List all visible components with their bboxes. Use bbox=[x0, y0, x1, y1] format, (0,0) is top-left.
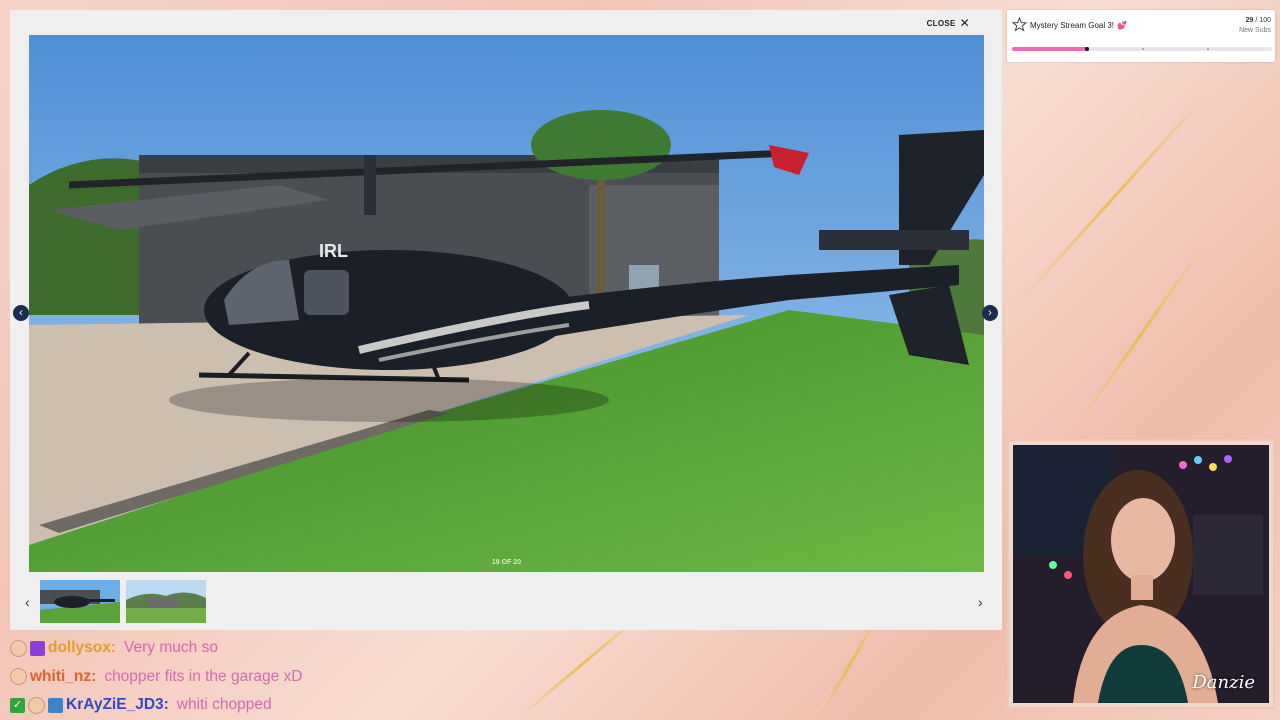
chat-message: dollysox: Very much so bbox=[10, 634, 810, 663]
streamer-webcam-image bbox=[1013, 445, 1269, 703]
goal-count: 29 / 100 New Subs bbox=[1239, 16, 1271, 36]
goal-title: Mystery Stream Goal 3! 💕 bbox=[1030, 21, 1127, 30]
marble-vein bbox=[1078, 240, 1208, 423]
star-icon bbox=[1012, 17, 1027, 32]
chat-username[interactable]: whiti_nz: bbox=[30, 668, 96, 686]
goal-progress-fill bbox=[1012, 47, 1088, 51]
goal-milestone bbox=[1207, 48, 1209, 50]
sub-badge-icon bbox=[10, 668, 27, 686]
goal-progress-bar bbox=[1012, 47, 1272, 51]
webcam-frame: Danzie bbox=[1007, 439, 1275, 709]
goal-title-text: Mystery Stream Goal 3! bbox=[1030, 21, 1115, 30]
marble-vein bbox=[1018, 92, 1209, 303]
close-icon: ✕ bbox=[959, 16, 970, 30]
purple-diamond-badge-icon bbox=[30, 640, 45, 656]
prev-image-button[interactable]: ‹ bbox=[13, 305, 29, 321]
sub-badge-icon bbox=[10, 639, 27, 657]
strip-next-button[interactable]: › bbox=[978, 594, 983, 610]
close-button[interactable]: CLOSE ✕ bbox=[927, 16, 970, 30]
thumbnail-strip: ‹ › bbox=[10, 580, 1002, 625]
goal-progress-marker bbox=[1085, 47, 1090, 51]
strip-prev-button[interactable]: ‹ bbox=[25, 594, 30, 610]
heart-icon: 💕 bbox=[1117, 21, 1127, 30]
main-photo: IRL 19 OF 20 bbox=[29, 35, 984, 572]
sub-badge-icon bbox=[28, 696, 45, 714]
chevron-right-icon: › bbox=[978, 594, 983, 610]
sub-goal-widget: Mystery Stream Goal 3! 💕 29 / 100 New Sub… bbox=[1007, 10, 1275, 62]
image-lightbox: CLOSE ✕ IRL 19 OF 20 ‹ › ‹ › bbox=[10, 10, 1002, 630]
goal-current: 29 bbox=[1245, 17, 1254, 24]
goal-unit: New Subs bbox=[1239, 27, 1271, 34]
close-label: CLOSE bbox=[926, 18, 956, 28]
chat-text: whiti chopped bbox=[176, 696, 272, 714]
chevron-left-icon: ‹ bbox=[25, 594, 30, 610]
chevron-left-icon: ‹ bbox=[19, 307, 23, 319]
check-badge-icon: ✓ bbox=[10, 697, 25, 713]
next-image-button[interactable]: › bbox=[982, 305, 998, 321]
streamer-signature-logo: Danzie bbox=[1192, 672, 1255, 693]
goal-milestone bbox=[1142, 48, 1144, 50]
tail-number-text: IRL bbox=[319, 241, 348, 261]
chat-overlay: dollysox: Very much so whiti_nz: chopper… bbox=[10, 634, 810, 720]
helicopter-photo: IRL bbox=[29, 35, 984, 572]
chat-username[interactable]: KrAyZiE_JD3: bbox=[66, 696, 169, 714]
webcam-feed: Danzie bbox=[1013, 445, 1269, 703]
image-counter: 19 OF 20 bbox=[491, 559, 522, 566]
thumbnail-helicopter[interactable] bbox=[40, 580, 120, 623]
chat-message: whiti_nz: chopper fits in the garage xD bbox=[10, 663, 810, 692]
chat-text: Very much so bbox=[124, 639, 218, 657]
bot-badge-icon bbox=[48, 697, 63, 713]
chat-text: chopper fits in the garage xD bbox=[104, 667, 303, 685]
thumbnail-image bbox=[126, 580, 206, 623]
goal-separator: / bbox=[1255, 17, 1258, 24]
thumbnail-estate[interactable] bbox=[126, 580, 206, 623]
goal-target: 100 bbox=[1259, 17, 1271, 24]
chat-username[interactable]: dollysox: bbox=[48, 639, 116, 657]
chat-message: ✓ KrAyZiE_JD3: whiti chopped bbox=[10, 691, 810, 720]
thumbnail-image bbox=[40, 580, 120, 623]
chevron-right-icon: › bbox=[988, 307, 992, 319]
